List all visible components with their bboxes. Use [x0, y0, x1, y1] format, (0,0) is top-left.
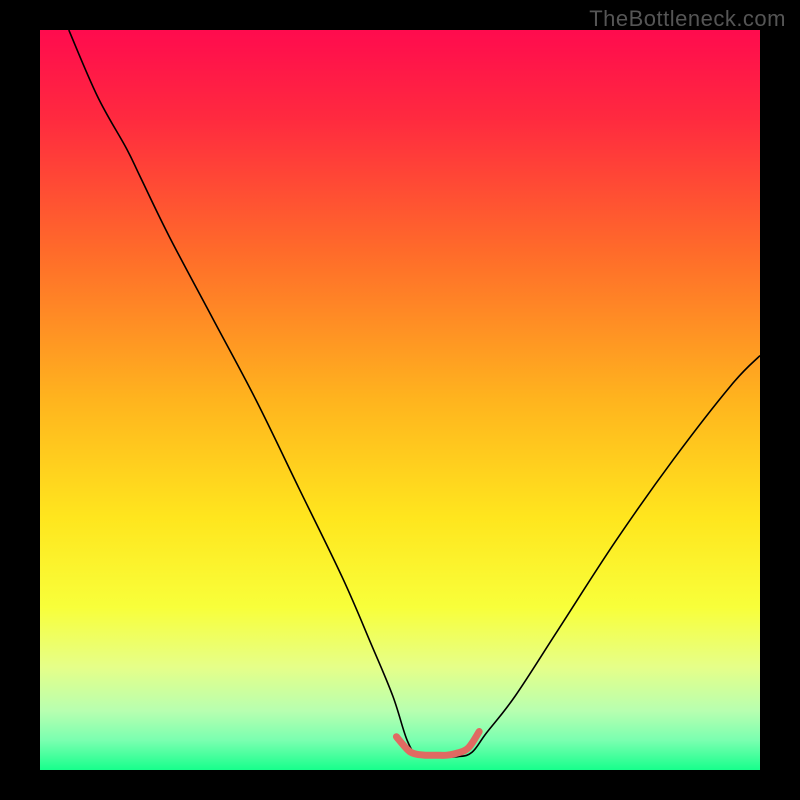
gradient-background: [40, 30, 760, 770]
watermark-label: TheBottleneck.com: [589, 6, 786, 32]
chart-frame: TheBottleneck.com: [0, 0, 800, 800]
plot-area: [40, 30, 760, 770]
bottleneck-chart: [40, 30, 760, 770]
